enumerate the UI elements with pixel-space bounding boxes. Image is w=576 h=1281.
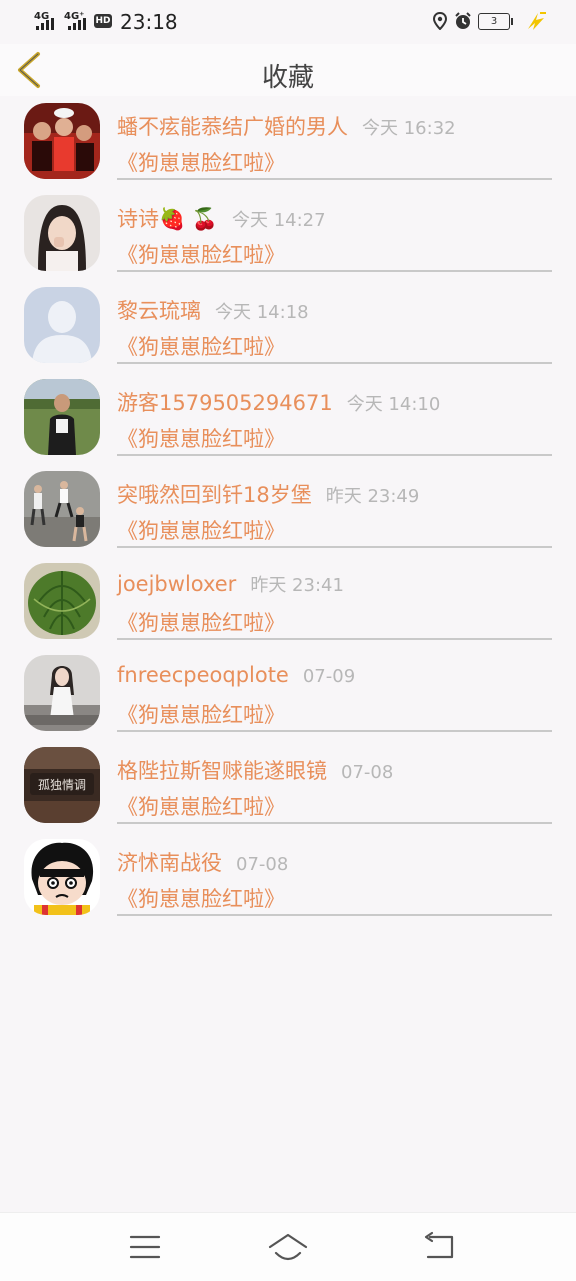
list-item[interactable]: fnreecpeoqplote 07-09 《狗崽崽脸红啦》 xyxy=(0,648,576,740)
list-item[interactable]: 游客1579505294671 今天 14:10 《狗崽崽脸红啦》 xyxy=(0,372,576,464)
divider xyxy=(117,178,552,180)
status-time: 23:18 xyxy=(120,10,178,34)
divider xyxy=(117,546,552,548)
book-title[interactable]: 《狗崽崽脸红啦》 xyxy=(117,239,285,269)
home-icon xyxy=(268,1233,308,1261)
battery-icon: 3 xyxy=(478,12,513,30)
list-item[interactable]: 黎云琉璃 今天 14:18 《狗崽崽脸红啦》 xyxy=(0,280,576,372)
back-nav-button[interactable] xyxy=(420,1229,460,1265)
user-name[interactable]: 蟠不痃能菾结广婚的男人 今天 16:32 xyxy=(117,111,456,141)
timestamp: 今天 16:32 xyxy=(362,118,456,139)
timestamp: 今天 14:27 xyxy=(231,210,326,231)
divider xyxy=(117,822,552,824)
divider xyxy=(117,270,552,272)
user-name[interactable]: 济怵南战役 07-08 xyxy=(117,847,288,877)
timestamp: 07-08 xyxy=(236,854,289,875)
location-icon xyxy=(432,12,448,30)
list-item[interactable]: 蟠不痃能菾结广婚的男人 今天 16:32 《狗崽崽脸红啦》 xyxy=(0,96,576,188)
menu-icon xyxy=(129,1235,161,1259)
book-title[interactable]: 《狗崽崽脸红啦》 xyxy=(117,423,285,453)
charging-icon xyxy=(528,12,546,30)
hd-badge: HD xyxy=(94,14,112,28)
timestamp: 今天 14:10 xyxy=(346,394,441,415)
signal-icon xyxy=(36,18,54,30)
avatar-default[interactable] xyxy=(24,287,100,363)
avatar[interactable] xyxy=(24,471,100,547)
user-name[interactable]: 格陛拉斯智赇能遂眼镜 07-08 xyxy=(117,755,393,785)
user-name[interactable]: fnreecpeoqplote 07-09 xyxy=(117,663,355,687)
book-title[interactable]: 《狗崽崽脸红啦》 xyxy=(117,515,285,545)
avatar[interactable]: 孤独情调 xyxy=(24,747,100,823)
user-name[interactable]: 游客1579505294671 今天 14:10 xyxy=(117,387,440,417)
divider xyxy=(117,638,552,640)
header: 收藏 xyxy=(0,44,576,96)
list-item[interactable]: joejbwloxer 昨天 23:41 《狗崽崽脸红啦》 xyxy=(0,556,576,648)
status-bar: 4G 4G⁺ HD 23:18 3 xyxy=(0,0,576,44)
favorites-list: 蟠不痃能菾结广婚的男人 今天 16:32 《狗崽崽脸红啦》 诗诗🍓 🍒 今天 14:… xyxy=(0,96,576,924)
list-item[interactable]: 诗诗🍓 🍒 今天 14:27 《狗崽崽脸红啦》 xyxy=(0,188,576,280)
timestamp: 今天 14:18 xyxy=(215,302,309,323)
avatar-caption: 孤独情调 xyxy=(38,778,86,792)
signal-icon-2 xyxy=(68,18,86,30)
user-name[interactable]: 诗诗🍓 🍒 今天 14:27 xyxy=(117,203,326,233)
home-button[interactable] xyxy=(268,1229,308,1265)
book-title[interactable]: 《狗崽崽脸红啦》 xyxy=(117,331,285,361)
book-title[interactable]: 《狗崽崽脸红啦》 xyxy=(117,147,285,177)
avatar[interactable] xyxy=(24,563,100,639)
user-name[interactable]: joejbwloxer 昨天 23:41 xyxy=(117,571,344,597)
divider xyxy=(117,454,552,456)
list-item[interactable]: 济怵南战役 07-08 《狗崽崽脸红啦》 xyxy=(0,832,576,924)
user-name[interactable]: 黎云琉璃 今天 14:18 xyxy=(117,295,309,325)
alarm-icon xyxy=(455,12,471,29)
divider xyxy=(117,730,552,732)
book-title[interactable]: 《狗崽崽脸红啦》 xyxy=(117,791,285,821)
avatar[interactable] xyxy=(24,655,100,731)
avatar[interactable] xyxy=(24,379,100,455)
divider xyxy=(117,914,552,916)
navigation-bar xyxy=(0,1212,576,1281)
book-title[interactable]: 《狗崽崽脸红啦》 xyxy=(117,607,285,637)
timestamp: 昨天 23:41 xyxy=(250,575,344,596)
user-name[interactable]: 突哦然回到钎18岁堡 昨天 23:49 xyxy=(117,479,419,509)
timestamp: 07-08 xyxy=(341,762,394,783)
divider xyxy=(117,362,552,364)
return-icon xyxy=(424,1231,454,1259)
avatar[interactable] xyxy=(24,195,100,271)
list-item[interactable]: 突哦然回到钎18岁堡 昨天 23:49 《狗崽崽脸红啦》 xyxy=(0,464,576,556)
book-title[interactable]: 《狗崽崽脸红啦》 xyxy=(117,699,285,729)
avatar[interactable] xyxy=(24,839,100,915)
book-title[interactable]: 《狗崽崽脸红啦》 xyxy=(117,883,285,913)
menu-button[interactable] xyxy=(125,1229,165,1265)
list-item[interactable]: 孤独情调 格陛拉斯智赇能遂眼镜 07-08 《狗崽崽脸红啦》 xyxy=(0,740,576,832)
avatar[interactable] xyxy=(24,103,100,179)
timestamp: 昨天 23:49 xyxy=(325,486,420,507)
timestamp: 07-09 xyxy=(302,666,356,687)
page-title: 收藏 xyxy=(261,63,314,93)
